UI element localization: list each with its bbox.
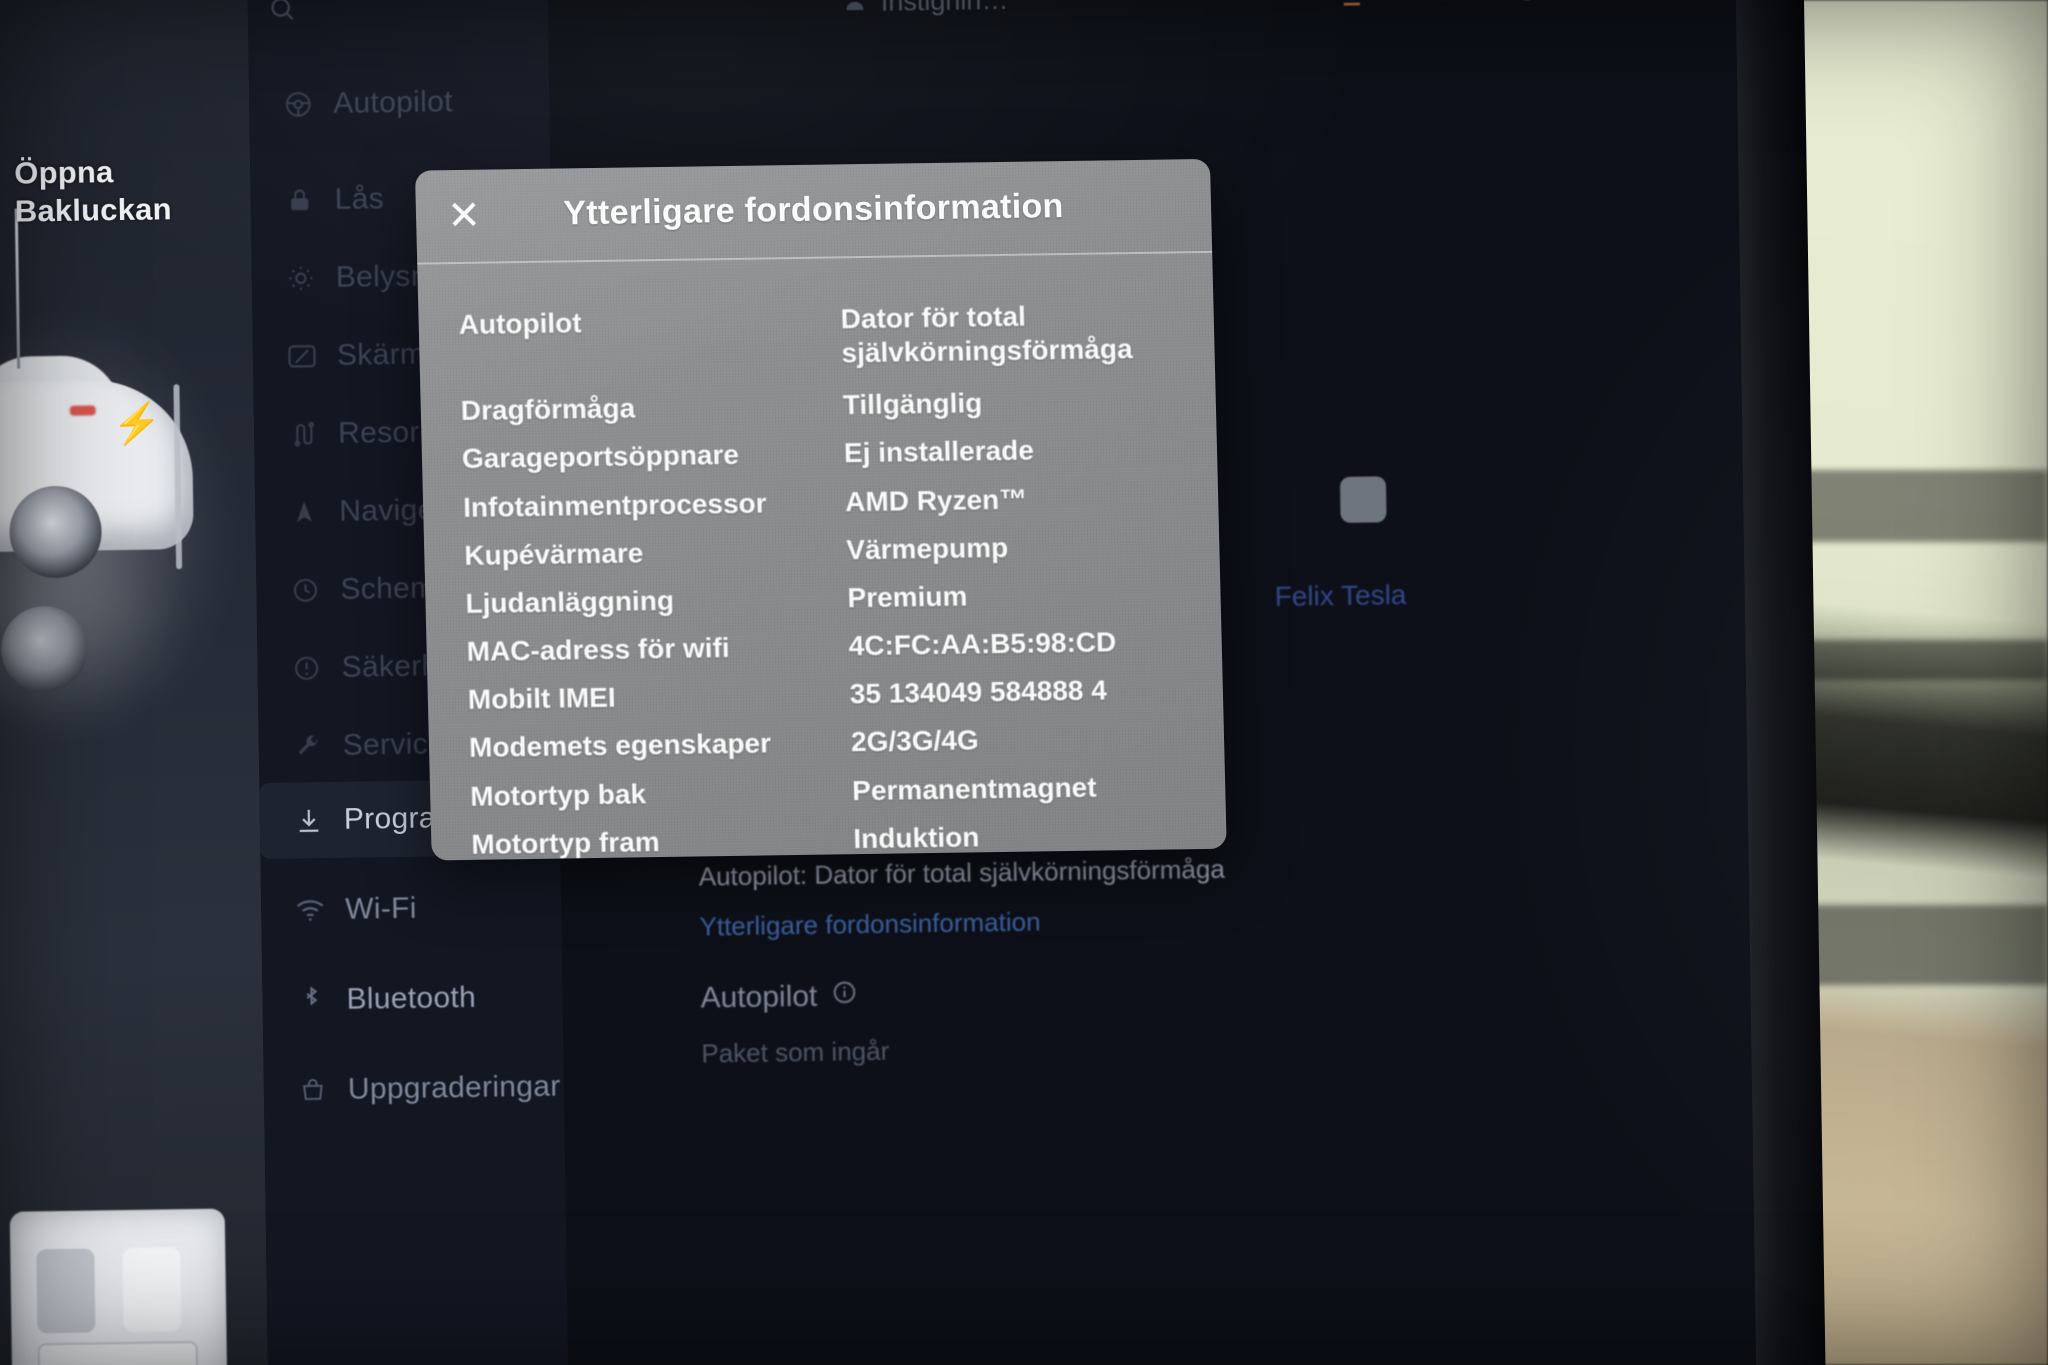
dialog-body: Autopilot Dator för total självkörningsf… bbox=[417, 253, 1227, 861]
sidebar-item-upgrades[interactable]: Uppgraderingar bbox=[263, 1049, 564, 1129]
notifications-button[interactable] bbox=[1428, 0, 1455, 13]
wifi-icon bbox=[287, 898, 333, 923]
info-value: AMD Ryzen™ bbox=[844, 483, 1028, 517]
software-download-indicator[interactable] bbox=[1338, 0, 1367, 16]
vehicle-visualization-panel: ⚡ Öppna Bakluckan bbox=[0, 0, 269, 1365]
charge-bolt-icon: ⚡ bbox=[111, 401, 163, 447]
additional-vehicle-information-dialog: ✕ Ytterligare fordonsinformation Autopil… bbox=[414, 158, 1227, 861]
info-row: Modemets egenskaper 2G/3G/4G bbox=[429, 720, 1225, 766]
info-label: Mobilt IMEI bbox=[467, 681, 617, 716]
signal-bars-icon bbox=[1659, 0, 1696, 1]
sidebar-label-display: Skärm bbox=[336, 337, 426, 372]
night-mode-button[interactable] bbox=[1515, 0, 1542, 11]
info-row: Kupévärmare Värmepump bbox=[424, 528, 1220, 574]
bluetooth-icon bbox=[288, 985, 334, 1016]
network-status: LTE bbox=[1615, 0, 1695, 2]
info-label: MAC-adress för wifi bbox=[466, 632, 730, 668]
download-icon bbox=[286, 805, 332, 836]
search-button[interactable] bbox=[268, 0, 297, 30]
moon-icon bbox=[1515, 0, 1542, 11]
info-row: Mobilt IMEI 35 134049 584888 4 bbox=[427, 672, 1223, 718]
info-row: Garageportsöppnare Ej installerade bbox=[422, 431, 1218, 477]
sidebar-label-autopilot: Autopilot bbox=[333, 85, 453, 120]
dialog-header: ✕ Ytterligare fordonsinformation bbox=[414, 158, 1213, 265]
info-value: Tillgänglig bbox=[842, 387, 983, 421]
seat-settings-thumbnail[interactable] bbox=[9, 1208, 228, 1365]
taillight bbox=[69, 405, 96, 416]
info-label: Modemets egenskaper bbox=[468, 727, 772, 764]
sidebar-label-lock: Lås bbox=[334, 182, 385, 216]
screen-edge-button[interactable] bbox=[1339, 476, 1387, 523]
autopilot-section-heading: Autopilot bbox=[700, 979, 857, 1015]
info-label: Dragförmåga bbox=[460, 392, 636, 427]
profile-button[interactable]: Instignin… bbox=[843, 0, 1009, 19]
search-icon bbox=[268, 0, 297, 30]
clock-icon bbox=[282, 576, 328, 605]
open-trunk-line1: Öppna bbox=[13, 154, 114, 191]
lock-icon bbox=[276, 185, 322, 216]
info-value: 35 134049 584888 4 bbox=[849, 674, 1108, 710]
sidebar-label-trips: Resor bbox=[337, 415, 420, 450]
info-label: Garageportsöppnare bbox=[461, 439, 740, 475]
download-arrow-icon bbox=[1338, 0, 1367, 16]
open-trunk-line2: Bakluckan bbox=[14, 191, 172, 229]
sidebar-item-bluetooth[interactable]: Bluetooth bbox=[262, 959, 563, 1039]
autopilot-summary-text: Autopilot: Dator för total självkörnings… bbox=[698, 853, 1225, 892]
display-icon bbox=[279, 343, 325, 370]
info-value: Premium bbox=[847, 580, 968, 614]
bell-icon bbox=[1428, 0, 1455, 13]
vehicle-owner-name: Felix Tesla bbox=[1274, 578, 1407, 612]
sidebar-item-autopilot[interactable]: Autopilot bbox=[249, 63, 550, 143]
info-label: Motortyp bak bbox=[469, 777, 647, 812]
info-circle-icon[interactable] bbox=[831, 979, 858, 1013]
info-row: Autopilot Dator för total självkörningsf… bbox=[418, 297, 1215, 377]
info-label: Motortyp fram bbox=[471, 825, 661, 860]
trips-icon bbox=[280, 420, 326, 449]
sidebar-label-bluetooth: Bluetooth bbox=[346, 980, 477, 1016]
info-row: Infotainmentprocessor AMD Ryzen™ bbox=[423, 479, 1219, 525]
alert-circle-icon bbox=[283, 654, 329, 683]
open-trunk-button[interactable]: Öppna Bakluckan bbox=[14, 152, 172, 230]
dialog-title: Ytterligare fordonsinformation bbox=[562, 187, 1065, 233]
info-row: Dragförmåga Tillgänglig bbox=[420, 383, 1216, 429]
profile-label: Instignin… bbox=[880, 0, 1009, 17]
info-label: Infotainmentprocessor bbox=[462, 487, 767, 523]
info-value: Värmepump bbox=[845, 531, 1009, 566]
info-row: Motortyp bak Permanentmagnet bbox=[430, 768, 1226, 814]
info-value: 2G/3G/4G bbox=[850, 724, 980, 758]
info-label: Ljudanläggning bbox=[465, 584, 675, 619]
included-package-subtitle: Paket som ingår bbox=[701, 1035, 890, 1069]
sidebar-label-wifi: Wi-Fi bbox=[344, 891, 417, 926]
sidebar-item-wifi[interactable]: Wi-Fi bbox=[261, 869, 562, 949]
info-value: 4C:FC:AA:B5:98:CD bbox=[848, 626, 1117, 662]
touchscreen-display: ⚡ Öppna Bakluckan Autopilot Lås Belysnin… bbox=[0, 0, 1757, 1365]
person-icon bbox=[843, 0, 867, 19]
bag-icon bbox=[290, 1076, 336, 1105]
brightness-icon bbox=[278, 264, 324, 293]
info-row: MAC-adress för wifi 4C:FC:AA:B5:98:CD bbox=[426, 624, 1222, 670]
info-value: Permanentmagnet bbox=[851, 771, 1097, 806]
status-bar: Instignin… bbox=[247, 0, 1736, 55]
navigation-arrow-icon bbox=[281, 498, 327, 527]
info-row: Ljudanläggning Premium bbox=[425, 576, 1221, 622]
sidebar-label-upgrades: Uppgraderingar bbox=[347, 1069, 561, 1106]
additional-vehicle-info-link[interactable]: Ytterligare fordonsinformation bbox=[699, 906, 1040, 942]
steering-wheel-icon bbox=[275, 89, 321, 120]
info-row: Motortyp fram Induktion bbox=[431, 816, 1227, 860]
info-label: Kupévärmare bbox=[463, 537, 644, 571]
wrench-icon bbox=[285, 732, 331, 761]
photograph-of-tesla-touchscreen: ⚡ Öppna Bakluckan Autopilot Lås Belysnin… bbox=[0, 0, 2048, 1365]
info-value: Ej installerade bbox=[843, 434, 1035, 469]
info-value: Induktion bbox=[852, 821, 980, 854]
autopilot-heading-label: Autopilot bbox=[700, 979, 818, 1015]
info-label: Autopilot bbox=[458, 307, 582, 341]
info-value: Dator för total självkörningsförmåga bbox=[840, 300, 1133, 369]
